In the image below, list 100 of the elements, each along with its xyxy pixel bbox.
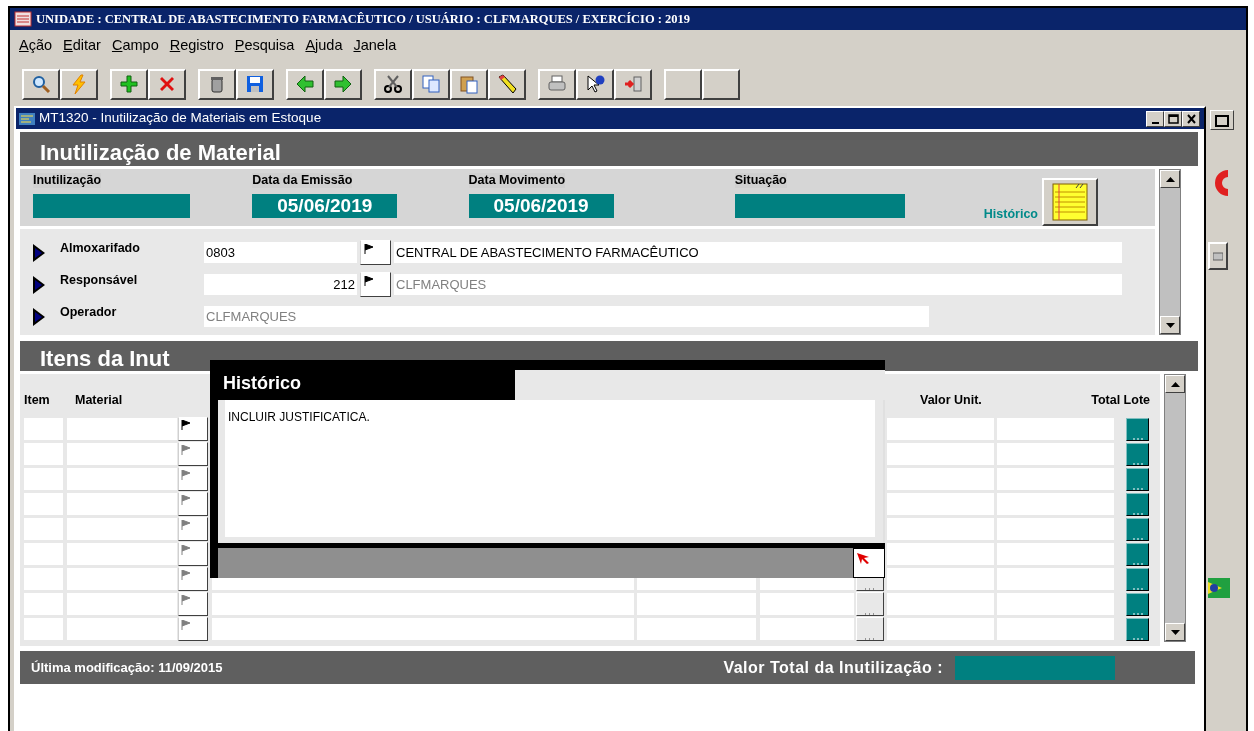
window-icon [1215,115,1229,127]
blank-button[interactable] [702,68,740,100]
table-cell[interactable] [67,543,177,565]
save-button[interactable] [236,68,274,100]
search-icon [31,74,51,94]
next-button[interactable] [324,68,362,100]
ellipsis-button[interactable] [856,592,884,616]
window-title: UNIDADE : CENTRAL DE ABASTECIMENTO FARMACÊUTICO / USUÁRIO : CLFMARQUES / EXERCÍCIO : 2019 [36,10,691,28]
lov-button[interactable] [178,567,208,591]
lov-button[interactable] [178,417,208,441]
lot-button[interactable] [1126,517,1149,541]
scroll-up-button[interactable] [1165,375,1185,393]
text-area[interactable]: INCLUIR JUSTIFICATICA. [225,399,875,537]
minimize-button[interactable] [1146,110,1164,127]
delete-button[interactable] [148,68,186,100]
table-cell[interactable] [67,468,177,490]
menu-item[interactable]: Registro [169,35,224,57]
lov-button[interactable] [360,272,391,297]
menu-item[interactable]: Janela [353,35,397,57]
table-cell[interactable] [67,518,177,540]
add-button[interactable] [110,68,148,100]
lot-button[interactable] [1126,442,1149,466]
plus-icon [119,74,139,94]
lov-button[interactable] [178,442,208,466]
scroll-down-button[interactable] [1160,316,1180,334]
lot-button[interactable] [1126,567,1149,591]
arrow-icon [32,306,46,327]
up-arrow-icon [1165,176,1175,182]
lot-button[interactable] [1126,417,1149,441]
lov-button[interactable] [178,592,208,616]
total-field[interactable] [955,655,1115,680]
ellipsis-icon [1131,485,1144,490]
previous-button[interactable] [286,68,324,100]
lot-button[interactable] [1126,467,1149,491]
menu-item[interactable]: Campo [111,35,159,57]
close-button[interactable] [1182,110,1200,127]
ellipsis-icon [1131,585,1144,590]
table-cell[interactable] [67,418,177,440]
lov-button[interactable] [178,542,208,566]
menu-item[interactable]: Editar [63,35,101,57]
trash-button[interactable] [198,68,236,100]
last-modified-text: Última modificação: 11/09/2015 [31,658,223,677]
scrollbar[interactable] [1159,169,1181,335]
scroll-down-button[interactable] [1165,623,1185,641]
notepad-button[interactable] [1042,178,1098,226]
up-arrow-icon [1170,381,1180,387]
input-field[interactable] [734,194,905,218]
field-label: Situação [734,173,787,188]
help-button[interactable] [576,68,614,100]
exit-button[interactable] [614,68,652,100]
ellipsis-icon [1131,610,1144,615]
table-cell[interactable] [67,493,177,515]
table-cell[interactable] [67,443,177,465]
table-cell[interactable] [67,568,177,590]
lot-button[interactable] [1126,492,1149,516]
lov-button[interactable] [178,492,208,516]
input-field[interactable] [33,194,190,218]
scroll-up-button[interactable] [1160,170,1180,188]
description-field[interactable]: CENTRAL DE ABASTECIMENTO FARMACÊUTICO [394,242,1122,263]
menu-item[interactable]: Pesquisa [234,35,295,57]
ellipsis-icon [864,586,876,590]
paste-button[interactable] [450,68,488,100]
code-field[interactable]: 0803 [204,242,357,263]
scrollbar[interactable] [1164,374,1186,642]
maximize-button[interactable] [1164,110,1182,127]
copy-button[interactable] [412,68,450,100]
print-button[interactable] [538,68,576,100]
pencil-icon [497,74,517,94]
cut-button[interactable] [374,68,412,100]
lov-button[interactable] [178,517,208,541]
input-field[interactable]: 05/06/2019 [252,194,398,218]
menu-item[interactable]: Ajuda [305,35,343,57]
lov-button[interactable] [360,240,391,265]
field-label: Data Movimento [468,173,566,188]
pencil-button[interactable] [488,68,526,100]
column-header: Material [75,392,124,408]
table-cell[interactable] [67,593,177,615]
partial-button[interactable] [1208,242,1228,270]
scissors-icon [383,74,403,94]
table-cell[interactable] [67,618,177,640]
input-field[interactable]: 05/06/2019 [468,194,614,218]
close-icon [1185,113,1197,124]
restore-button[interactable] [1210,110,1234,130]
lov-button[interactable] [178,617,208,641]
menu-item[interactable]: Ação [19,35,53,57]
search-button[interactable] [22,68,60,100]
exit-icon [623,74,643,94]
ellipsis-icon [1131,510,1144,515]
maximize-icon [1167,113,1179,124]
left-icon [295,74,315,94]
return-button[interactable] [853,548,885,578]
lightning-button[interactable] [60,68,98,100]
lot-button[interactable] [1126,592,1149,616]
field-label: Data da Emissão [252,173,353,188]
ellipsis-icon [1131,560,1144,565]
lot-button[interactable] [1126,542,1149,566]
ellipsis-button[interactable] [856,617,884,641]
blank-button[interactable] [664,68,702,100]
lov-button[interactable] [178,467,208,491]
lot-button[interactable] [1126,617,1149,641]
